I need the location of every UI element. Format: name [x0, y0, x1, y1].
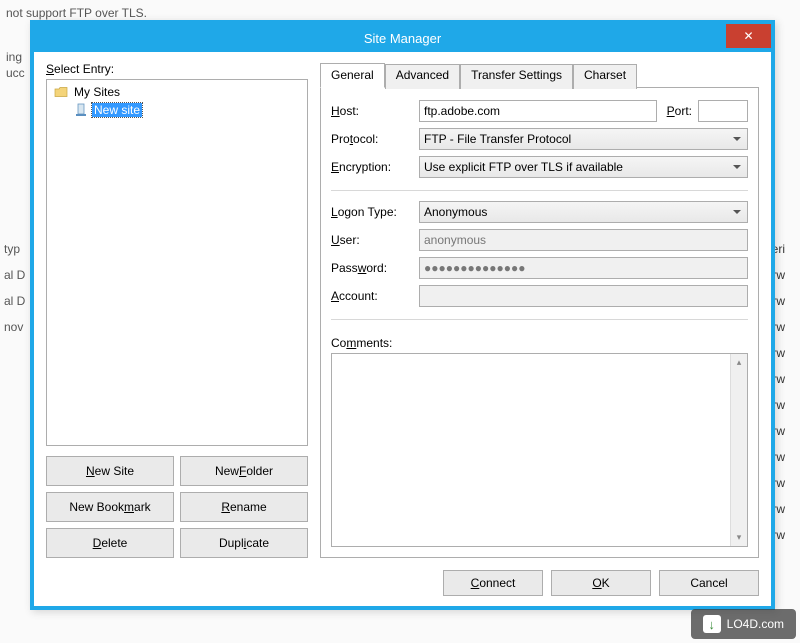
select-entry-label: Select Entry:: [46, 62, 308, 76]
delete-button[interactable]: Delete: [46, 528, 174, 558]
encryption-select[interactable]: Use explicit FTP over TLS if available: [419, 156, 748, 178]
user-label: User:: [331, 233, 413, 247]
tab-general[interactable]: General: [320, 63, 385, 88]
chevron-down-icon: [733, 137, 741, 141]
tree-item[interactable]: New site: [51, 101, 303, 119]
folder-icon: [53, 85, 69, 99]
comments-textarea-wrap: ▴ ▾: [331, 353, 748, 547]
close-button[interactable]: ✕: [726, 24, 771, 48]
bg-text: ing: [6, 50, 22, 64]
rename-button[interactable]: Rename: [180, 492, 308, 522]
bg-text: al D: [4, 268, 25, 282]
watermark: LO4D.com: [691, 609, 796, 639]
comments-textarea[interactable]: [332, 354, 730, 546]
protocol-value: FTP - File Transfer Protocol: [424, 132, 571, 146]
account-label: Account:: [331, 289, 413, 303]
bg-text: not support FTP over TLS.: [6, 6, 147, 20]
window-title: Site Manager: [364, 31, 441, 46]
ok-button[interactable]: OK: [551, 570, 651, 596]
protocol-label: Protocol:: [331, 132, 413, 146]
divider: [331, 319, 748, 320]
password-label: Password:: [331, 261, 413, 275]
site-manager-dialog: Site Manager ✕ Select Entry: My Sites: [30, 20, 775, 610]
bg-text: al D: [4, 294, 25, 308]
logon-type-select[interactable]: Anonymous: [419, 201, 748, 223]
host-label: Host:: [331, 104, 413, 118]
chevron-down-icon: [733, 210, 741, 214]
duplicate-button[interactable]: Duplicate: [180, 528, 308, 558]
tab-content: Host: Port: Protocol: FTP - File Transfe…: [320, 88, 759, 558]
user-input: [419, 229, 748, 251]
scroll-down-icon[interactable]: ▾: [731, 529, 747, 546]
server-icon: [73, 103, 89, 117]
account-input: [419, 285, 748, 307]
tab-transfer-settings[interactable]: Transfer Settings: [460, 64, 573, 89]
scroll-up-icon[interactable]: ▴: [731, 354, 747, 371]
host-input[interactable]: [419, 100, 657, 122]
new-bookmark-button[interactable]: New Bookmark: [46, 492, 174, 522]
new-site-button[interactable]: New Site: [46, 456, 174, 486]
titlebar[interactable]: Site Manager ✕: [34, 24, 771, 52]
logon-type-label: Logon Type:: [331, 205, 413, 219]
tabs: General Advanced Transfer Settings Chars…: [320, 62, 759, 88]
new-folder-button[interactable]: New Folder: [180, 456, 308, 486]
encryption-value: Use explicit FTP over TLS if available: [424, 160, 623, 174]
port-label: Port:: [667, 104, 692, 118]
scrollbar[interactable]: ▴ ▾: [730, 354, 747, 546]
divider: [331, 190, 748, 191]
password-input: [419, 257, 748, 279]
tab-advanced[interactable]: Advanced: [385, 64, 460, 89]
download-icon: [703, 615, 721, 633]
site-tree[interactable]: My Sites New site: [46, 79, 308, 446]
chevron-down-icon: [733, 165, 741, 169]
encryption-label: Encryption:: [331, 160, 413, 174]
tree-root-label: My Sites: [72, 85, 122, 99]
logon-type-value: Anonymous: [424, 205, 487, 219]
bg-text: typ: [4, 242, 20, 256]
tab-charset[interactable]: Charset: [573, 64, 637, 89]
protocol-select[interactable]: FTP - File Transfer Protocol: [419, 128, 748, 150]
connect-button[interactable]: Connect: [443, 570, 543, 596]
tree-root[interactable]: My Sites: [51, 83, 303, 101]
close-icon: ✕: [743, 29, 753, 43]
comments-label: Comments:: [331, 336, 748, 350]
tree-item-label: New site: [92, 103, 142, 117]
watermark-text: LO4D.com: [727, 617, 784, 631]
port-input[interactable]: [698, 100, 748, 122]
bg-text: ucc: [6, 66, 25, 80]
bg-text: nov: [4, 320, 23, 334]
cancel-button[interactable]: Cancel: [659, 570, 759, 596]
